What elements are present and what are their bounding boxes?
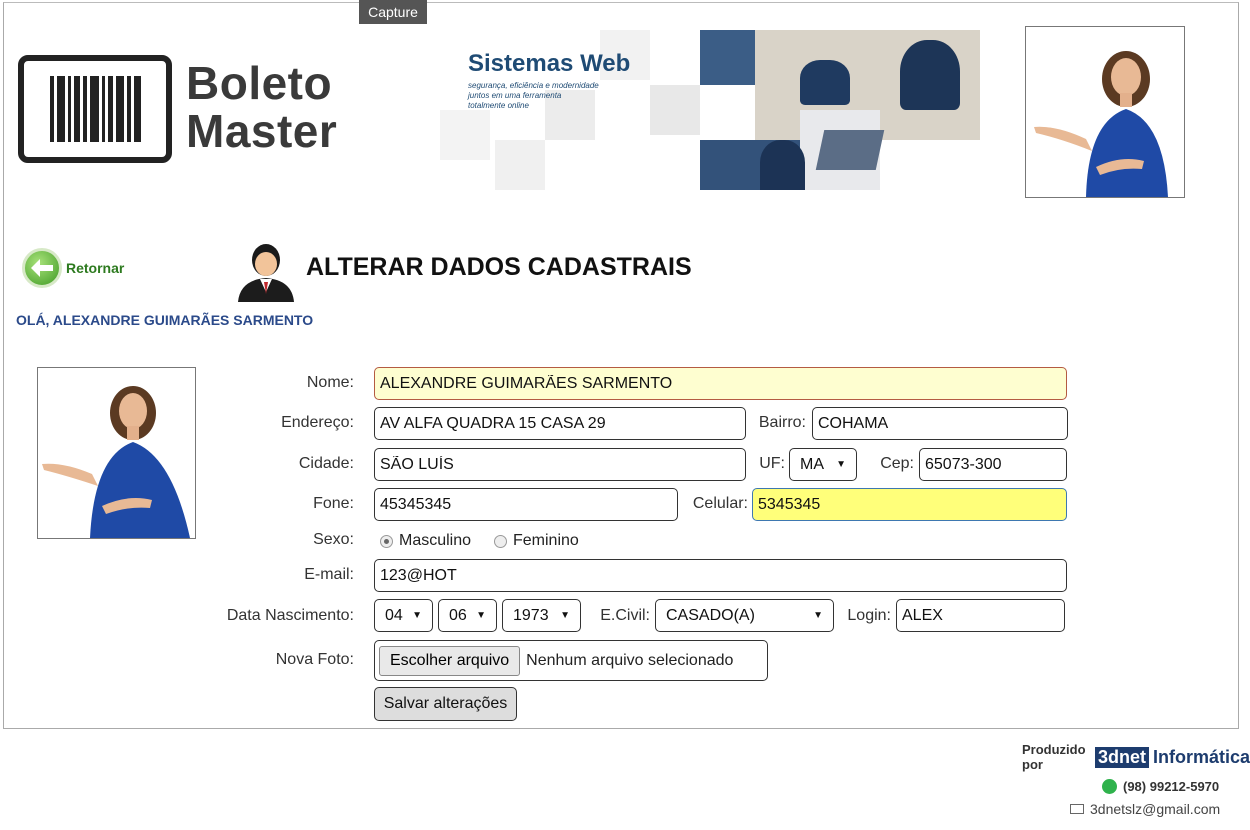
email-label: E-mail:: [304, 566, 354, 583]
retornar-button[interactable]: Retornar: [22, 248, 124, 288]
page-title: ALTERAR DADOS CADASTRAIS: [306, 253, 692, 281]
login-label: Login:: [847, 607, 891, 624]
dia-select[interactable]: 04 ▼: [374, 599, 433, 632]
dropdown-caret-icon: ▼: [476, 610, 486, 621]
login-input[interactable]: [896, 599, 1065, 632]
mes-select[interactable]: 06 ▼: [438, 599, 497, 632]
greeting-text: OLÁ, ALEXANDRE GUIMARÃES SARMENTO: [16, 312, 314, 328]
banner-title: Sistemas Web: [468, 50, 631, 77]
footer-email: 3dnetslz@gmail.com: [1070, 801, 1220, 817]
brand-informatica: Informática: [1152, 746, 1250, 767]
brand-3dnet: 3dnet: [1094, 746, 1149, 768]
bairro-input[interactable]: [812, 407, 1068, 440]
celular-label: Celular:: [692, 495, 748, 512]
data-nascimento-label: Data Nascimento:: [226, 607, 354, 624]
profile-photo-header: [1025, 26, 1185, 198]
office-photo-collage: [700, 30, 980, 190]
dropdown-caret-icon: ▼: [412, 610, 422, 621]
sistemas-web-banner: Sistemas Web segurança, eficiência e mod…: [440, 30, 980, 190]
sexo-feminino-radio[interactable]: Feminino: [494, 532, 579, 550]
email-input[interactable]: [374, 559, 1067, 592]
envelope-icon: [1070, 804, 1084, 814]
fone-label: Fone:: [313, 495, 354, 512]
cep-input[interactable]: [919, 448, 1067, 481]
uf-label: UF:: [759, 455, 785, 472]
produced-by: Produzido por 3dnet Informática: [1022, 742, 1250, 772]
cep-label: Cep:: [880, 455, 914, 472]
whatsapp-icon: [1102, 779, 1117, 794]
bairro-label: Bairro:: [758, 414, 806, 431]
sexo-masculino-radio[interactable]: Masculino: [380, 532, 471, 550]
foto-file-input[interactable]: Escolher arquivo Nenhum arquivo selecion…: [374, 640, 768, 681]
file-status-text: Nenhum arquivo selecionado: [526, 651, 734, 669]
footer-phone: (98) 99212-5970: [1102, 779, 1219, 794]
escolher-arquivo-button[interactable]: Escolher arquivo: [379, 645, 521, 676]
retornar-label: Retornar: [66, 260, 125, 276]
radio-selected-icon: [380, 534, 393, 548]
ecivil-label: E.Civil:: [600, 607, 650, 624]
celular-input[interactable]: [752, 488, 1067, 521]
sexo-label: Sexo:: [313, 531, 354, 548]
barcode-icon: [18, 55, 172, 163]
nova-foto-label: Nova Foto:: [275, 651, 354, 668]
back-arrow-icon: [22, 248, 62, 288]
capture-button[interactable]: Capture: [359, 0, 427, 24]
radio-unselected-icon: [494, 534, 507, 548]
nome-label: Nome:: [306, 374, 354, 391]
cidade-label: Cidade:: [298, 455, 354, 472]
nome-input[interactable]: [374, 367, 1067, 400]
user-icon: [234, 242, 298, 302]
salvar-alteracoes-button[interactable]: Salvar alterações: [374, 687, 517, 721]
boleto-master-logo: Boleto Master: [18, 55, 358, 170]
logo-text: Boleto Master: [186, 57, 338, 157]
banner-tagline: segurança, eficiência e modernidade junt…: [468, 81, 599, 110]
profile-photo: [37, 367, 196, 539]
endereco-label: Endereço:: [281, 414, 354, 431]
